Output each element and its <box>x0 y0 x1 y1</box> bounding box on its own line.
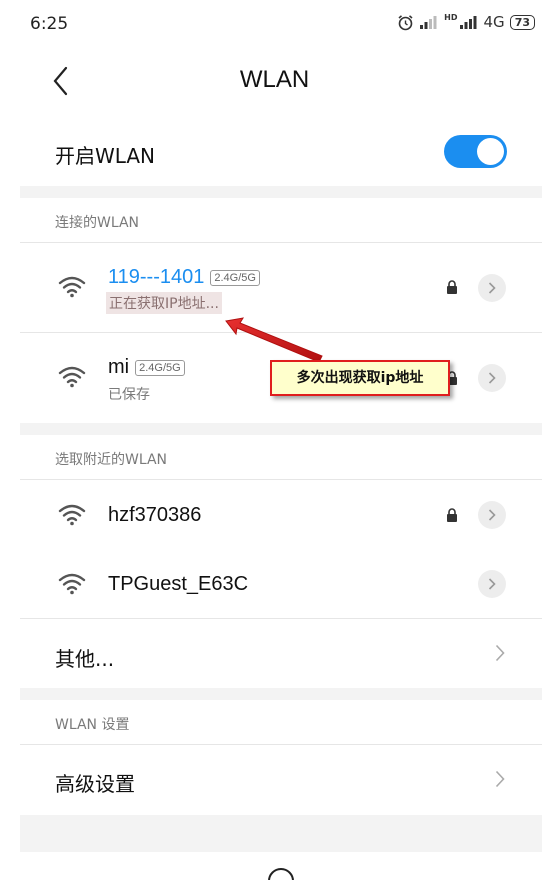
toggle-knob <box>477 138 504 165</box>
chevron-right-icon <box>495 770 505 788</box>
connected-section-title: 连接的WLAN <box>55 215 140 231</box>
network-name-text: TPGuest_E63C <box>108 573 249 595</box>
chevron-right-icon <box>488 578 496 590</box>
network-row-nearby[interactable]: TPGuest_E63C <box>20 550 542 618</box>
title-bar: WLAN <box>0 48 549 112</box>
chevron-right-icon <box>488 282 496 294</box>
wifi-icon <box>58 504 86 526</box>
section-gap <box>20 423 542 435</box>
nearby-section-header: 选取附近的WLAN <box>20 435 542 481</box>
annotation-callout: 多次出现获取ip地址 <box>270 360 450 396</box>
page-title: WLAN <box>239 66 310 93</box>
home-button[interactable] <box>268 868 294 880</box>
section-gap <box>20 688 542 700</box>
network-status: 正在获取IP地址... <box>106 292 222 314</box>
band-badge: 2.4G/5G <box>135 359 185 376</box>
network-row-connected[interactable]: 119---1401 2.4G/5G 正在获取IP地址... <box>20 243 542 332</box>
status-bar: 6:25 HD 4G 73 <box>0 0 549 48</box>
hd-label: HD <box>444 13 458 22</box>
advanced-settings-row[interactable]: 高级设置 <box>20 745 542 815</box>
connected-section-header: 连接的WLAN <box>20 198 542 244</box>
network-name: mi 2.4G/5G <box>108 356 185 379</box>
lock-icon <box>447 508 457 522</box>
network-detail-button[interactable] <box>478 274 506 302</box>
network-row-nearby[interactable]: hzf370386 <box>20 480 542 550</box>
nearby-section-title: 选取附近的WLAN <box>55 452 168 468</box>
chevron-right-icon <box>488 509 496 521</box>
signal-icon-2 <box>459 16 477 29</box>
bottom-gap <box>20 815 542 852</box>
other-networks-row[interactable]: 其他... <box>20 619 542 688</box>
advanced-settings-label: 高级设置 <box>55 772 135 796</box>
status-time: 6:25 <box>30 14 69 34</box>
wlan-toggle-row: 开启WLAN <box>20 118 542 186</box>
network-detail-button[interactable] <box>478 570 506 598</box>
wlan-toggle-label: 开启WLAN <box>55 144 156 168</box>
settings-section-title: WLAN 设置 <box>55 717 130 733</box>
network-name-text: hzf370386 <box>108 504 202 526</box>
settings-section-header: WLAN 设置 <box>20 700 542 746</box>
network-detail-button[interactable] <box>478 364 506 392</box>
wifi-icon <box>58 276 86 298</box>
wlan-toggle-switch[interactable] <box>444 135 507 168</box>
status-icons: HD 4G 73 <box>397 13 535 31</box>
network-detail-button[interactable] <box>478 501 506 529</box>
alarm-icon <box>398 14 413 30</box>
network-name: hzf370386 <box>108 504 201 527</box>
signal-icon-1 <box>420 16 437 29</box>
network-name-text: 119---1401 <box>108 266 205 288</box>
wifi-icon <box>58 573 86 595</box>
network-status: 已保存 <box>108 387 150 403</box>
other-networks-label: 其他... <box>55 647 115 671</box>
chevron-right-icon <box>495 644 505 662</box>
network-name: 119---1401 2.4G/5G <box>108 266 260 289</box>
section-gap <box>20 186 542 198</box>
battery-icon: 73 <box>509 14 535 30</box>
lock-icon <box>447 280 457 294</box>
band-badge: 2.4G/5G <box>210 269 260 286</box>
network-name-text: mi <box>108 356 130 378</box>
network-name: TPGuest_E63C <box>108 573 248 596</box>
chevron-right-icon <box>488 372 496 384</box>
network-type: 4G <box>483 13 505 31</box>
wifi-icon <box>58 366 86 388</box>
